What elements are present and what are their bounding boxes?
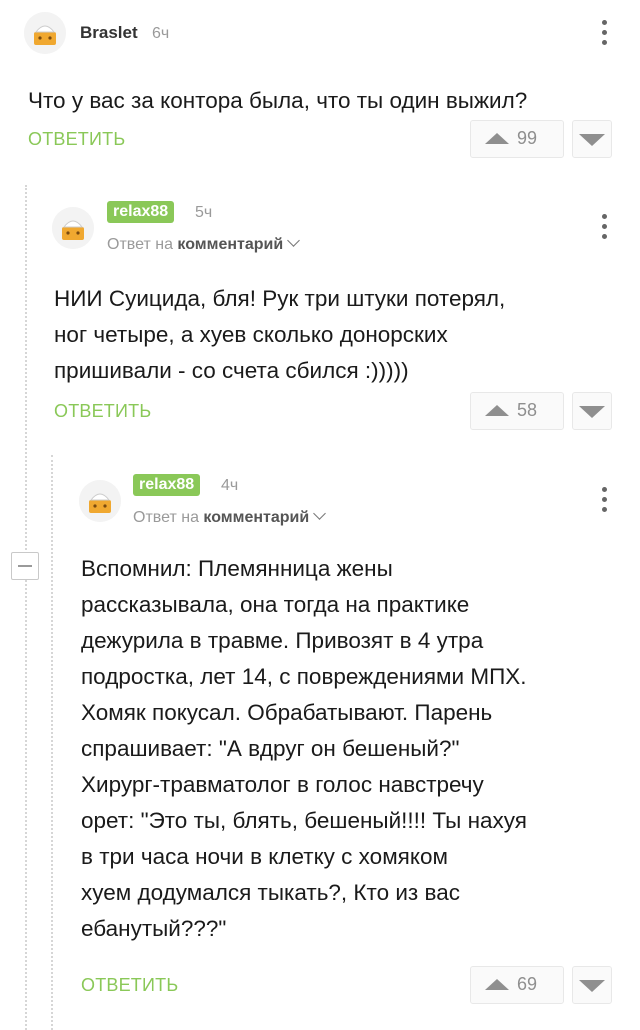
comment-text-line: спрашивает: "А вдруг он бешеный?": [81, 736, 460, 761]
comment-text-line: НИИ Суицида, бля! Рук три штуки потерял,: [54, 286, 506, 311]
upvote-button[interactable]: 69: [470, 966, 564, 1004]
vote-controls: 69: [470, 966, 612, 1004]
comment-text-line: дежурила в травме. Привозят в 4 утра: [81, 628, 484, 653]
comment-text-line: Вспомнил: Племянница жены: [81, 556, 393, 581]
arrow-up-icon: [485, 979, 509, 990]
comment-text-line: рассказывала, она тогда на практике: [81, 592, 470, 617]
reply-to-link[interactable]: Ответ на комментарий: [133, 507, 327, 529]
arrow-down-icon: [579, 134, 605, 146]
comment-text-line: в три часа ночи в клетку с хомяком: [81, 844, 448, 869]
chevron-down-icon: [287, 234, 301, 247]
chevron-down-icon: [313, 507, 327, 520]
vote-count: 58: [517, 400, 538, 420]
more-vertical-icon[interactable]: [601, 487, 607, 513]
comment-text: Что у вас за контора была, что ты один в…: [28, 83, 527, 119]
reply-to-target: комментарий: [177, 236, 284, 253]
default-avatar-icon[interactable]: [52, 207, 94, 249]
default-avatar-icon[interactable]: [79, 480, 121, 522]
arrow-down-icon: [579, 406, 605, 418]
comment-author[interactable]: relax88: [133, 474, 201, 496]
upvote-button[interactable]: 58: [470, 392, 564, 430]
reply-to-prefix: Ответ на: [133, 509, 199, 526]
upvote-button[interactable]: 99: [470, 120, 564, 158]
more-vertical-icon[interactable]: [601, 214, 607, 240]
downvote-button[interactable]: [572, 966, 612, 1004]
comment-time: 4ч: [221, 477, 239, 494]
vote-controls: 58: [470, 392, 612, 430]
comment-text-line: орет: "Это ты, блять, бешеный!!!! Ты нах…: [81, 808, 527, 833]
downvote-button[interactable]: [572, 120, 612, 158]
comment-time: 5ч: [195, 204, 213, 221]
reply-button[interactable]: ОТВЕТИТЬ: [28, 128, 125, 150]
comment-text-line: Хомяк покусал. Обрабатывают. Парень: [81, 700, 493, 725]
comment-text: НИИ Суицида, бля! Рук три штуки потерял,…: [54, 281, 505, 389]
arrow-up-icon: [485, 405, 509, 416]
reply-button[interactable]: ОТВЕТИТЬ: [54, 400, 151, 422]
arrow-up-icon: [485, 133, 509, 144]
comment-text-line: ног четыре, а хуев сколько донорских: [54, 322, 448, 347]
comment-author[interactable]: Braslet: [80, 22, 138, 44]
collapse-minus-icon: [18, 565, 32, 567]
reply-to-prefix: Ответ на: [107, 236, 173, 253]
reply-to-link[interactable]: Ответ на комментарий: [107, 234, 301, 256]
more-vertical-icon[interactable]: [601, 20, 607, 46]
comment-text-line: Что у вас за контора была, что ты один в…: [28, 88, 528, 113]
reply-button[interactable]: ОТВЕТИТЬ: [81, 974, 178, 996]
vote-controls: 99: [470, 120, 612, 158]
comment-time: 6ч: [152, 25, 170, 42]
comment-text-line: пришивали - со счета сбился :))))): [54, 358, 409, 383]
comment-text-line: хуем додумался тыкать?, Кто из вас: [81, 880, 460, 905]
thread-line-level2: [51, 455, 53, 1030]
comment-text: Вспомнил: Племянница жены рассказывала, …: [81, 551, 527, 947]
downvote-button[interactable]: [572, 392, 612, 430]
thread-line-level1: [25, 185, 27, 1030]
collapse-thread-button[interactable]: [11, 552, 39, 580]
comment-text-line: ебанутый???": [81, 916, 227, 941]
vote-count: 99: [517, 128, 538, 148]
comment-text-line: подростка, лет 14, с повреждениями МПХ.: [81, 664, 527, 689]
default-avatar-icon[interactable]: [24, 12, 66, 54]
arrow-down-icon: [579, 980, 605, 992]
comment-author[interactable]: relax88: [107, 201, 175, 223]
comment-text-line: Хирург-травматолог в голос навстречу: [81, 772, 484, 797]
reply-to-target: комментарий: [203, 509, 310, 526]
vote-count: 69: [517, 974, 538, 994]
